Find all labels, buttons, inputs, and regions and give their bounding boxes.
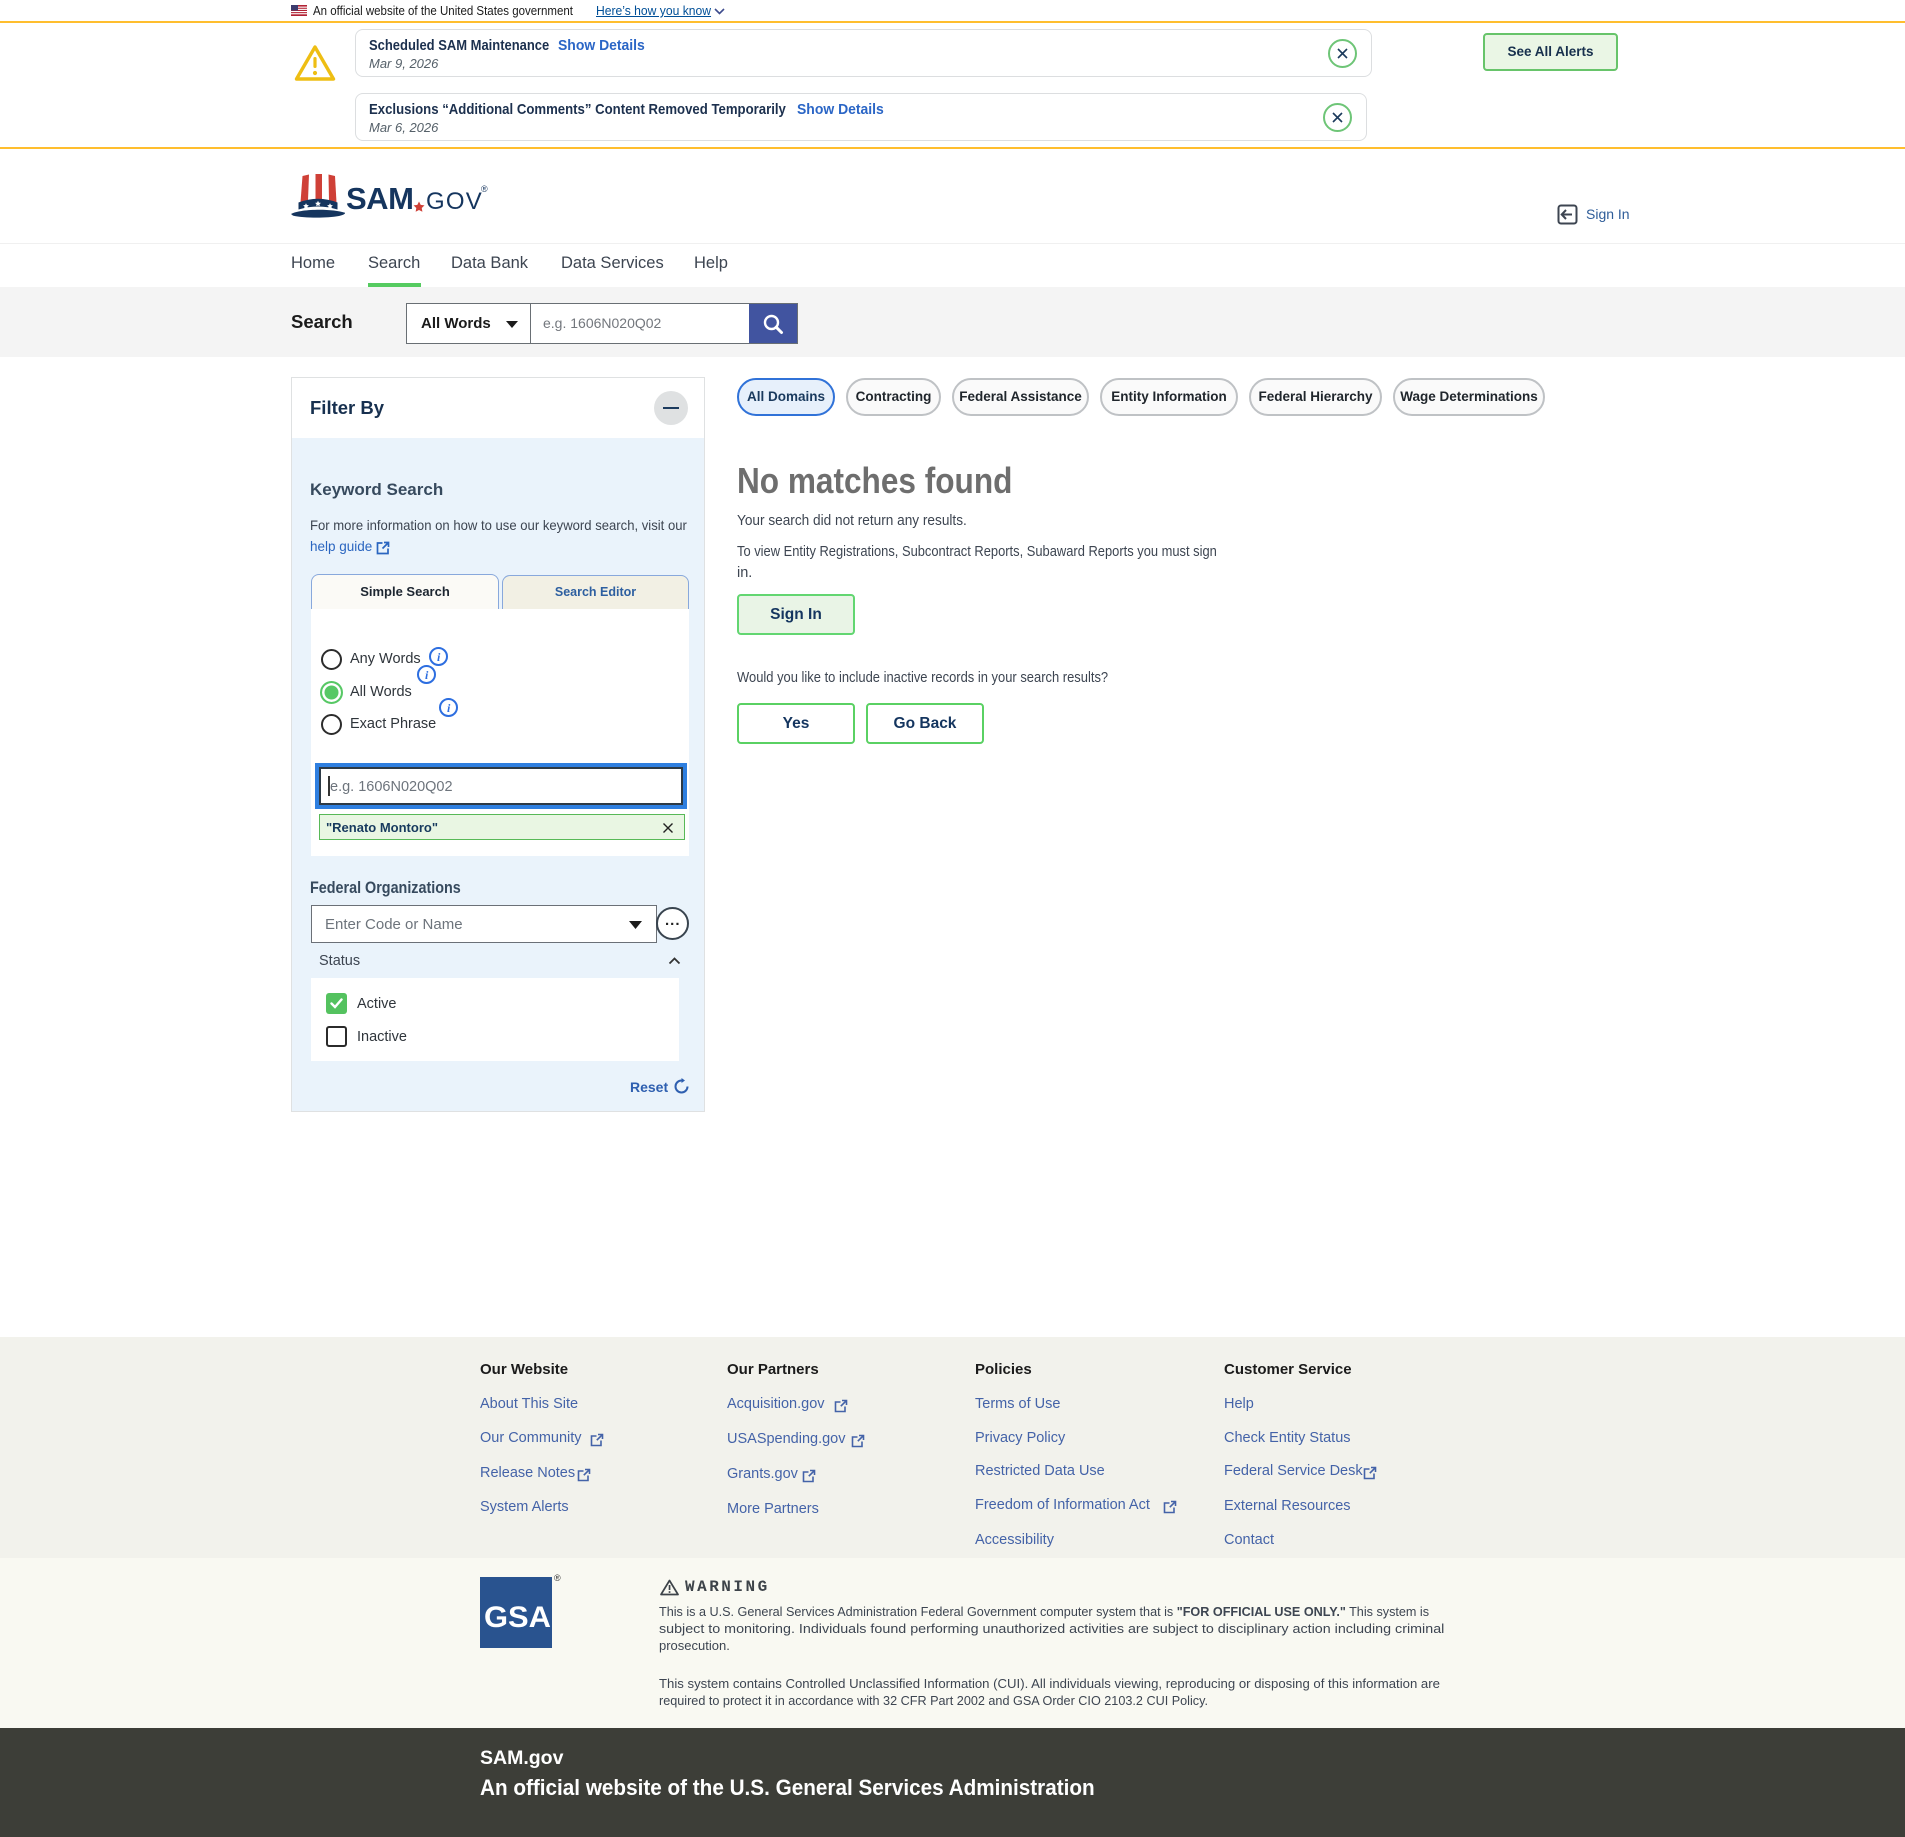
svg-text:SAM: SAM <box>346 181 413 216</box>
svg-text:®: ® <box>481 184 488 194</box>
svg-text:GOV: GOV <box>426 188 483 215</box>
